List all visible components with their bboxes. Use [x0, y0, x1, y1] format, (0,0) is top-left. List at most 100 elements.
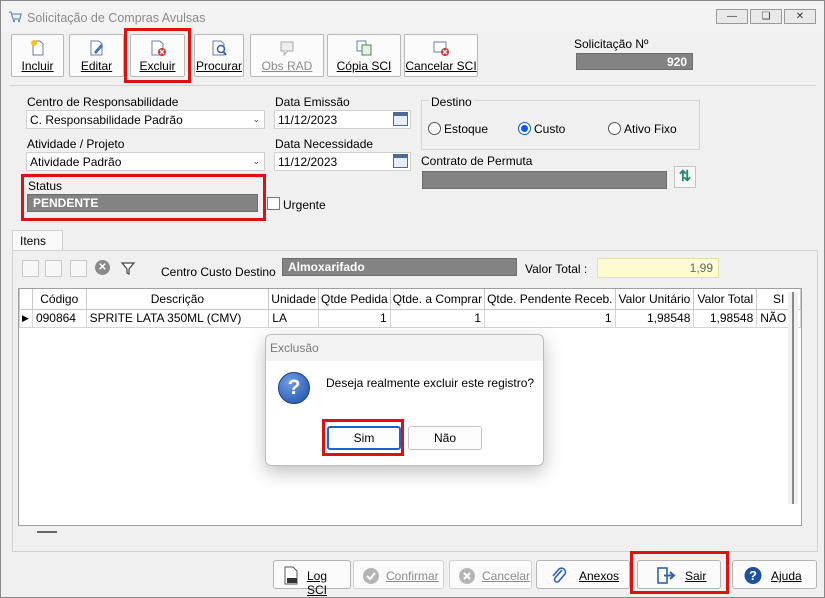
- chevron-down-icon: ⌄: [252, 114, 260, 124]
- copy-icon: [356, 40, 372, 56]
- contrato-field[interactable]: [422, 171, 667, 189]
- close-button[interactable]: ✕: [784, 9, 816, 24]
- filter-icon[interactable]: [120, 260, 136, 276]
- log-sci-button[interactable]: Log SCI: [273, 560, 351, 597]
- procurar-label: Procurar: [195, 59, 242, 73]
- restore-button[interactable]: ❏: [750, 9, 782, 24]
- cancelar-button[interactable]: Cancelar: [449, 560, 532, 589]
- copy-item-icon[interactable]: [70, 260, 87, 277]
- calendar-icon[interactable]: [393, 154, 408, 168]
- procurar-button[interactable]: Procurar: [194, 34, 244, 77]
- cell-qtde-comprar[interactable]: 1: [389, 308, 486, 328]
- swap-arrows-icon[interactable]: ⇅: [674, 166, 696, 188]
- cell-codigo[interactable]: 090864: [31, 308, 87, 328]
- confirm-delete-dialog: Exclusão ? Deseja realmente excluir este…: [265, 334, 544, 466]
- cell-valor-unitario[interactable]: 1,98548: [614, 308, 695, 328]
- centro-custo-label: Centro Custo Destino: [161, 265, 276, 279]
- status-field: PENDENTE: [27, 194, 258, 212]
- search-icon: [212, 40, 227, 56]
- vertical-scrollbar[interactable]: [788, 292, 798, 504]
- centro-resp-label: Centro de Responsabilidade: [27, 95, 179, 109]
- row-indicator-header: [19, 289, 33, 310]
- edit-document-icon: [90, 40, 103, 56]
- remove-item-icon[interactable]: ✕: [95, 260, 110, 275]
- col-qtde-pedida[interactable]: Qtde Pedida: [318, 289, 391, 310]
- cell-unidade[interactable]: LA: [268, 308, 319, 328]
- col-qtde-comprar[interactable]: Qtde. a Comprar: [389, 289, 486, 310]
- log-sci-label: Log SCI: [307, 569, 328, 597]
- col-valor-unitario[interactable]: Valor Unitário: [614, 289, 695, 310]
- destino-ativo-radio[interactable]: [608, 122, 621, 135]
- chevron-down-icon: ⌄: [252, 156, 260, 166]
- edit-item-icon[interactable]: [45, 260, 62, 277]
- nao-button[interactable]: Não: [408, 426, 482, 450]
- main-window: Solicitação de Compras Avulsas — ❏ ✕ Inc…: [0, 0, 825, 598]
- delete-document-icon: [151, 40, 166, 56]
- calendar-icon[interactable]: [393, 112, 408, 126]
- editar-button[interactable]: Editar: [69, 34, 124, 77]
- ajuda-button[interactable]: ? Ajuda: [732, 560, 817, 589]
- col-qtde-pendente[interactable]: Qtde. Pendente Receb.: [484, 289, 616, 310]
- tab-itens[interactable]: Itens: [12, 230, 63, 251]
- data-necessidade-field[interactable]: 11/12/2023: [274, 152, 411, 171]
- help-icon: ?: [744, 567, 762, 584]
- excluir-button[interactable]: Excluir: [130, 34, 185, 77]
- sair-button[interactable]: Sair: [637, 560, 721, 589]
- cancel-document-icon: [433, 41, 449, 56]
- cell-valor-total[interactable]: 1,98548: [693, 308, 758, 328]
- add-item-icon[interactable]: [22, 260, 39, 277]
- excluir-label: Excluir: [139, 59, 176, 73]
- urgente-checkbox[interactable]: [267, 197, 280, 210]
- confirmar-button[interactable]: Confirmar: [353, 560, 444, 589]
- destino-estoque-label: Estoque: [444, 122, 489, 136]
- cancel-icon: [459, 568, 475, 584]
- cell-qtde-pendente[interactable]: 1: [484, 308, 616, 328]
- minimize-button[interactable]: —: [716, 9, 748, 24]
- atividade-select[interactable]: Atividade Padrão ⌄: [26, 152, 265, 171]
- table-row[interactable]: ▶ 090864 SPRITE LATA 350ML (CMV) LA 1 1 …: [19, 308, 801, 328]
- col-unidade[interactable]: Unidade: [268, 289, 319, 310]
- anexos-label: Anexos: [579, 569, 620, 583]
- cell-qtde-pedida[interactable]: 1: [318, 308, 391, 328]
- copia-sci-label: Cópia SCI: [336, 59, 392, 73]
- row-indicator-icon: ▶: [19, 308, 33, 328]
- destino-custo-radio[interactable]: [518, 122, 531, 135]
- new-document-icon: [30, 40, 43, 56]
- col-descricao[interactable]: Descrição: [85, 289, 270, 310]
- col-valor-total[interactable]: Valor Total: [693, 289, 758, 310]
- data-emissao-field[interactable]: 11/12/2023: [274, 110, 411, 129]
- copia-sci-button[interactable]: Cópia SCI: [327, 34, 401, 77]
- cancelar-label: Cancelar: [482, 569, 531, 583]
- incluir-button[interactable]: Incluir: [11, 34, 64, 77]
- confirmar-label: Confirmar: [386, 569, 439, 583]
- ajuda-label: Ajuda: [771, 569, 802, 583]
- exit-door-icon: [657, 567, 676, 584]
- data-necessidade-value: 11/12/2023: [278, 155, 338, 169]
- dialog-message: Deseja realmente excluir este registro?: [326, 376, 535, 390]
- col-codigo[interactable]: Código: [31, 289, 87, 310]
- svg-text:?: ?: [749, 568, 757, 583]
- cell-descricao[interactable]: SPRITE LATA 350ML (CMV): [85, 308, 270, 328]
- centro-resp-value: C. Responsabilidade Padrão: [30, 113, 183, 127]
- tab-itens-label: Itens: [20, 234, 47, 248]
- solicitacao-number: 920: [576, 53, 693, 70]
- sim-button[interactable]: Sim: [327, 426, 401, 450]
- destino-custo-label: Custo: [534, 122, 566, 136]
- contrato-label: Contrato de Permuta: [421, 154, 533, 168]
- atividade-label: Atividade / Projeto: [27, 137, 125, 151]
- obs-rad-button[interactable]: Obs RAD: [250, 34, 324, 77]
- title-bar: Solicitação de Compras Avulsas — ❏ ✕: [1, 1, 824, 32]
- question-icon: ?: [278, 372, 310, 404]
- atividade-value: Atividade Padrão: [30, 155, 122, 169]
- centro-custo-field: Almoxarifado: [282, 258, 517, 276]
- data-necessidade-label: Data Necessidade: [275, 137, 374, 151]
- centro-resp-select[interactable]: C. Responsabilidade Padrão ⌄: [26, 110, 265, 129]
- destino-estoque-radio[interactable]: [428, 122, 441, 135]
- destino-label: Destino: [429, 95, 474, 109]
- anexos-button[interactable]: Anexos: [536, 560, 630, 589]
- cancelar-sci-button[interactable]: Cancelar SCI: [404, 34, 478, 77]
- paperclip-icon: [552, 567, 567, 583]
- window-title: Solicitação de Compras Avulsas: [27, 11, 206, 25]
- horizontal-scrollbar[interactable]: [37, 531, 57, 533]
- incluir-label: Incluir: [21, 59, 54, 73]
